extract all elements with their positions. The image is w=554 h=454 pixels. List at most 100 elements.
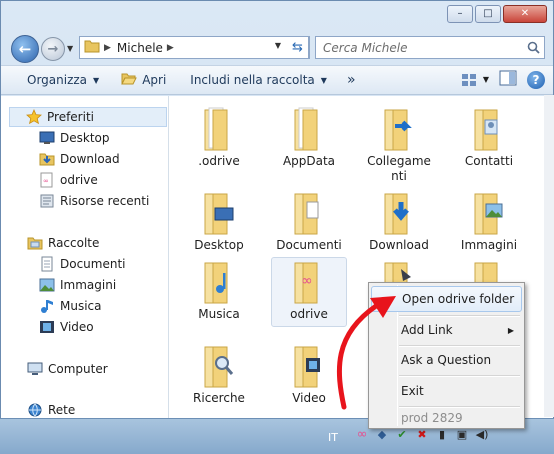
folder-label: Contatti: [464, 154, 514, 168]
open-folder-icon: [121, 72, 137, 89]
desktop-folder-icon: [204, 193, 234, 235]
back-arrow-icon: ←: [18, 39, 32, 58]
svg-text:∞: ∞: [301, 273, 313, 289]
links-folder-icon: [384, 109, 412, 151]
more-commands-button[interactable]: »: [339, 68, 364, 92]
forward-arrow-icon: →: [47, 41, 59, 57]
folder-icon: [204, 107, 228, 151]
minimize-button[interactable]: –: [447, 5, 473, 23]
sidebar-item-label: Rete: [48, 403, 76, 417]
menu-item-exit[interactable]: Exit: [371, 378, 522, 404]
sidebar-item-immagini[interactable]: Immagini: [39, 275, 168, 295]
videos-folder-icon: [294, 346, 320, 388]
close-button[interactable]: ✕: [503, 5, 547, 23]
folder-label: AppData: [282, 154, 336, 168]
folder-label: Download: [369, 238, 429, 252]
sidebar-item-network[interactable]: Rete: [27, 400, 168, 418]
open-button[interactable]: Apri: [113, 68, 174, 92]
address-bar[interactable]: ▶ Michele ▶ ▼: [79, 36, 310, 59]
sidebar-item-label: Preferiti: [47, 110, 94, 124]
refresh-icon: ⇆: [292, 40, 303, 55]
chevron-right-icon[interactable]: ▶: [104, 43, 111, 53]
menu-item-open-odrive-folder[interactable]: Open odrive folder: [371, 286, 522, 312]
folder-label: odrive: [290, 307, 328, 321]
folder-item[interactable]: Documenti: [267, 188, 351, 253]
folder-label: Collegame nti: [359, 154, 439, 184]
preview-pane-button[interactable]: [499, 70, 517, 89]
searches-folder-icon: [204, 346, 234, 388]
preview-pane-icon: [499, 70, 517, 86]
open-label: Apri: [142, 73, 167, 87]
chevron-down-icon[interactable]: ▼: [275, 41, 281, 50]
folder-item[interactable]: Desktop: [177, 188, 261, 253]
contacts-folder-icon: [474, 109, 498, 151]
menu-item-label: Exit: [401, 384, 424, 398]
include-library-button[interactable]: Includi nella raccolta ▼: [182, 68, 335, 92]
command-bar: Organizza ▼ Apri Includi nella raccolta …: [1, 65, 553, 95]
sidebar-item-musica[interactable]: Musica: [39, 296, 168, 316]
change-view-button[interactable]: ▼: [461, 73, 489, 87]
folder-label: Musica: [198, 307, 240, 321]
folder-item[interactable]: Video: [267, 341, 351, 406]
folder-icon: [84, 39, 100, 56]
vertical-scrollbar[interactable]: [544, 95, 554, 417]
search-input[interactable]: [316, 40, 522, 55]
folder-label: Ricerche: [193, 391, 245, 405]
menu-item-add-link[interactable]: Add Link ▶: [371, 317, 522, 343]
breadcrumb[interactable]: Michele: [117, 41, 163, 55]
chevron-down-icon: ▼: [320, 75, 327, 85]
view-icon: [461, 73, 476, 86]
folder-item[interactable]: Ricerche: [177, 341, 261, 406]
libraries-icon: [27, 237, 43, 250]
search-icon[interactable]: [522, 41, 544, 54]
navigation-pane: Preferiti Desktop Download ∞ odrive Riso…: [1, 96, 169, 418]
folder-item[interactable]: Download: [357, 188, 441, 253]
search-box[interactable]: [315, 36, 545, 59]
language-indicator[interactable]: IT: [328, 431, 338, 444]
back-button[interactable]: ←: [11, 35, 39, 63]
chevron-down-icon: ▼: [482, 75, 489, 84]
include-library-label: Includi nella raccolta: [190, 73, 315, 87]
menu-item-ask-question[interactable]: Ask a Question: [371, 347, 522, 373]
music-folder-icon: [204, 262, 228, 304]
pictures-icon: [39, 278, 55, 292]
folder-icon: [294, 107, 318, 151]
refresh-button[interactable]: ⇆: [287, 36, 309, 59]
maximize-icon: □: [483, 8, 493, 19]
folder-item[interactable]: Contatti: [447, 104, 531, 169]
maximize-button[interactable]: □: [475, 5, 501, 23]
music-icon: [41, 300, 53, 313]
sidebar-item-recent[interactable]: Risorse recenti: [39, 191, 168, 211]
help-icon: ?: [532, 72, 540, 87]
sidebar-item-libraries[interactable]: Raccolte: [27, 233, 168, 253]
forward-button[interactable]: →: [41, 37, 65, 61]
folder-item[interactable]: ∞ odrive: [267, 257, 351, 322]
folder-label: Documenti: [276, 238, 342, 252]
sidebar-item-label: odrive: [60, 173, 98, 187]
folder-item[interactable]: Immagini: [447, 188, 531, 253]
folder-label: Desktop: [194, 238, 244, 252]
sidebar-item-documenti[interactable]: Documenti: [39, 254, 168, 274]
downloads-folder-icon: [384, 193, 409, 235]
desktop-icon: [39, 131, 55, 144]
organize-button[interactable]: Organizza ▼: [19, 68, 107, 92]
help-button[interactable]: ?: [527, 70, 545, 89]
more-label: »: [346, 72, 356, 88]
sidebar-item-odrive[interactable]: ∞ odrive: [39, 170, 168, 190]
folder-item[interactable]: Musica: [177, 257, 261, 322]
sidebar-item-label: Video: [60, 320, 94, 334]
video-icon: [40, 321, 54, 333]
sidebar-item-desktop[interactable]: Desktop: [39, 128, 168, 148]
sidebar-item-favorites[interactable]: Preferiti: [9, 107, 167, 127]
folder-item[interactable]: .odrive: [177, 104, 261, 169]
documents-icon: [41, 256, 53, 272]
label-line: Collegame: [367, 154, 431, 168]
sidebar-item-computer[interactable]: Computer: [27, 359, 168, 379]
sidebar-item-video[interactable]: Video: [39, 317, 168, 337]
sidebar-item-download[interactable]: Download: [39, 149, 168, 169]
folder-item[interactable]: AppData: [267, 104, 351, 169]
folder-item[interactable]: Collegame nti: [357, 104, 441, 184]
sidebar-item-label: Desktop: [60, 131, 110, 145]
recent-pages-dropdown[interactable]: ▼: [67, 44, 73, 53]
chevron-right-icon[interactable]: ▶: [167, 43, 174, 53]
